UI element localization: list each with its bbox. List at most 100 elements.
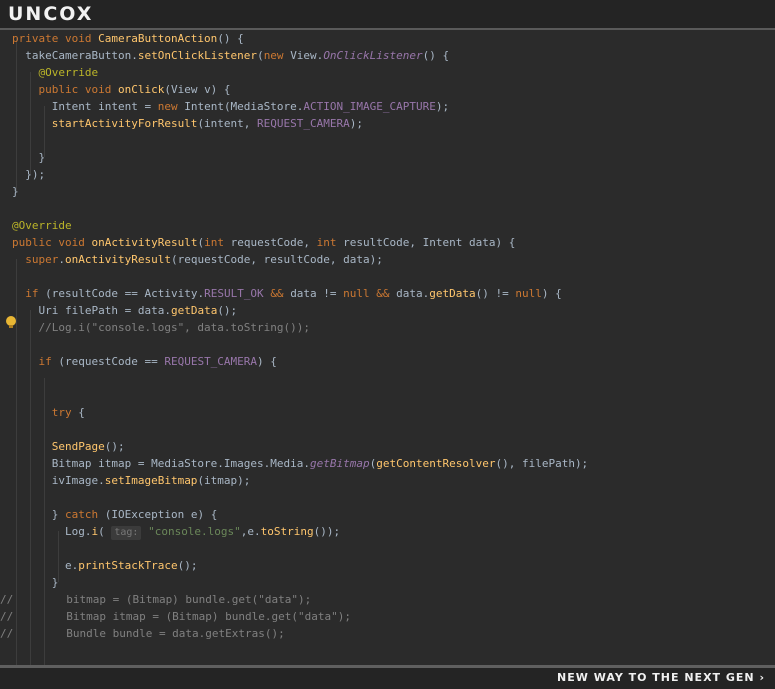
code-token: printStackTrace xyxy=(78,559,178,572)
code-token: catch xyxy=(64,508,105,521)
code-line[interactable]: } xyxy=(12,574,59,591)
code-line[interactable]: } catch (IOException e) { xyxy=(12,506,218,523)
code-token: () { xyxy=(217,32,244,45)
code-token: (), filePath); xyxy=(495,457,589,470)
code-line[interactable]: } xyxy=(12,183,19,200)
code-token: public void xyxy=(12,236,92,249)
code-token: onActivityResult xyxy=(91,236,198,249)
code-editor[interactable]: private void CameraButtonAction() { take… xyxy=(0,30,775,665)
code-token: OnClickListener xyxy=(323,49,423,62)
code-token: && xyxy=(270,287,291,300)
code-token: }); xyxy=(12,168,46,181)
code-token: . xyxy=(58,253,65,266)
code-token: "console.logs" xyxy=(141,525,241,538)
code-token: startActivityForResult xyxy=(12,117,198,130)
code-token: Bitmap itmap = MediaStore.Images.Media. xyxy=(12,457,311,470)
code-line[interactable]: Uri filePath = data.getData(); xyxy=(12,302,237,319)
code-token: null xyxy=(343,287,377,300)
code-line[interactable]: Bitmap itmap = MediaStore.Images.Media.g… xyxy=(12,455,588,472)
code-token: Uri filePath = data. xyxy=(12,304,171,317)
code-line[interactable]: //Log.i("console.logs", data.toString())… xyxy=(12,319,310,336)
code-token: } xyxy=(12,576,59,589)
code-token: Log. xyxy=(12,525,92,538)
code-token: ACTION_IMAGE_CAPTURE xyxy=(303,100,436,113)
code-token: (); xyxy=(177,559,198,572)
code-token: takeCameraButton. xyxy=(12,49,138,62)
code-token: (requestCode, resultCode, data); xyxy=(170,253,383,266)
code-line[interactable]: }); xyxy=(12,166,45,183)
parameter-hint: tag: xyxy=(111,526,142,540)
code-line[interactable]: if (resultCode == Activity.RESULT_OK && … xyxy=(12,285,562,302)
code-token: @Override xyxy=(12,66,99,79)
code-line[interactable]: try { xyxy=(12,404,85,421)
code-token: } xyxy=(12,151,46,164)
code-line[interactable]: } xyxy=(12,149,45,166)
code-token: ); xyxy=(349,117,364,130)
code-token: new xyxy=(157,100,185,113)
uncox-logo: UNCOX xyxy=(8,3,94,25)
code-line[interactable]: e.printStackTrace(); xyxy=(12,557,197,574)
code-line[interactable]: // bitmap = (Bitmap) bundle.get("data"); xyxy=(0,591,311,608)
code-token: public void xyxy=(12,83,118,96)
code-line[interactable]: // Bundle bundle = data.getExtras(); xyxy=(0,625,285,642)
lightbulb-icon[interactable] xyxy=(6,316,16,328)
code-token: onClick xyxy=(117,83,165,96)
code-token: && xyxy=(376,287,397,300)
code-token: (); xyxy=(104,440,125,453)
code-line[interactable]: startActivityForResult(intent, REQUEST_C… xyxy=(12,115,363,132)
code-token: ( xyxy=(98,525,112,538)
code-token: REQUEST_CAMERA xyxy=(257,117,350,130)
code-token: Intent intent = xyxy=(12,100,158,113)
code-token: requestCode, xyxy=(230,236,317,249)
code-line[interactable]: Log.i( tag: "console.logs",e.toString())… xyxy=(12,523,340,540)
code-token: ( xyxy=(257,49,264,62)
code-token: int xyxy=(204,236,231,249)
code-token: () { xyxy=(422,49,450,62)
code-token: RESULT_OK xyxy=(204,287,271,300)
code-token: @Override xyxy=(12,219,72,232)
code-line[interactable]: public void onClick(View v) { xyxy=(12,81,230,98)
code-token: ); xyxy=(435,100,450,113)
code-line[interactable]: ivImage.setImageBitmap(itmap); xyxy=(12,472,251,489)
code-token: CameraButtonAction xyxy=(98,32,218,45)
code-token: (requestCode == xyxy=(58,355,165,368)
code-token: // Bundle bundle = data.getExtras(); xyxy=(0,627,285,640)
code-line[interactable]: @Override xyxy=(12,64,98,81)
code-token: ()); xyxy=(313,525,341,538)
code-line[interactable]: public void onActivityResult(int request… xyxy=(12,234,515,251)
code-line[interactable]: @Override xyxy=(12,217,72,234)
bottom-footer-bar: NEW WAY TO THE NEXT GEN › xyxy=(0,665,775,689)
code-token: (resultCode == Activity. xyxy=(45,287,205,300)
code-token: // Bitmap itmap = (Bitmap) bundle.get("d… xyxy=(0,610,351,623)
code-token: } xyxy=(12,185,19,198)
code-token: (intent, xyxy=(197,117,258,130)
code-token: ivImage. xyxy=(12,474,105,487)
code-line[interactable]: takeCameraButton.setOnClickListener(new … xyxy=(12,47,449,64)
footer-tagline: NEW WAY TO THE NEXT GEN › xyxy=(557,671,765,684)
code-token: if xyxy=(12,355,59,368)
code-line[interactable]: SendPage(); xyxy=(12,438,125,455)
code-token: super xyxy=(12,253,59,266)
code-token: SendPage xyxy=(12,440,105,453)
code-token: try xyxy=(12,406,79,419)
code-token: private void xyxy=(12,32,99,45)
code-line[interactable]: // Bitmap itmap = (Bitmap) bundle.get("d… xyxy=(0,608,351,625)
code-token: (IOException e) { xyxy=(104,508,218,521)
code-token: data. xyxy=(396,287,430,300)
code-line[interactable]: Intent intent = new Intent(MediaStore.AC… xyxy=(12,98,449,115)
code-token: getData xyxy=(429,287,476,300)
code-token: { xyxy=(78,406,85,419)
code-token: getData xyxy=(170,304,218,317)
code-token: () != xyxy=(475,287,516,300)
code-token: // bitmap = (Bitmap) bundle.get("data"); xyxy=(0,593,312,606)
code-token: ) { xyxy=(257,355,277,368)
code-token: REQUEST_CAMERA xyxy=(164,355,258,368)
top-header-bar: UNCOX xyxy=(0,0,775,30)
code-token: e. xyxy=(12,559,79,572)
code-line[interactable]: if (requestCode == REQUEST_CAMERA) { xyxy=(12,353,277,370)
code-line[interactable]: super.onActivityResult(requestCode, resu… xyxy=(12,251,383,268)
code-line[interactable]: private void CameraButtonAction() { xyxy=(12,30,244,47)
code-token: onActivityResult xyxy=(64,253,171,266)
code-token: (itmap); xyxy=(197,474,251,487)
code-token: null xyxy=(515,287,542,300)
